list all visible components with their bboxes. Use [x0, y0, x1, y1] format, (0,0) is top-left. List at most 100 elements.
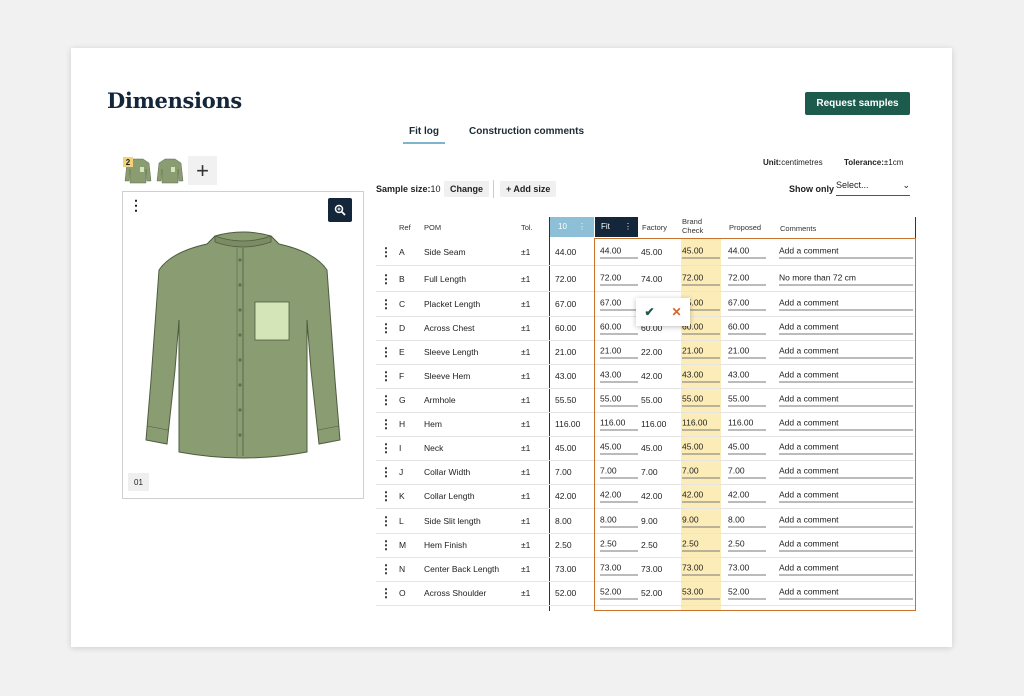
cell-ref: J: [399, 467, 404, 477]
show-only-select[interactable]: Select... ⌄: [836, 178, 910, 196]
cell-fit[interactable]: 21.00: [600, 346, 638, 359]
cell-fit[interactable]: 116.00: [600, 418, 638, 431]
kebab-icon[interactable]: ⋮: [129, 198, 143, 212]
cell-brand-check[interactable]: 42.00: [682, 490, 720, 503]
cell-brand-check[interactable]: 116.00: [682, 418, 720, 431]
cell-proposed[interactable]: 44.00: [728, 245, 766, 258]
cell-fit[interactable]: 44.00: [600, 245, 638, 258]
cell-size: 42.00: [555, 491, 577, 501]
cell-brand-check[interactable]: 72.00: [682, 273, 720, 286]
kebab-icon[interactable]: ⋮: [380, 441, 392, 455]
cell-fit[interactable]: 42.00: [600, 490, 638, 503]
cell-proposed[interactable]: 73.00: [728, 563, 766, 576]
cell-proposed[interactable]: 43.00: [728, 370, 766, 383]
cell-brand-check[interactable]: 2.50: [682, 539, 720, 552]
thumbnail-back[interactable]: [156, 157, 184, 185]
cell-proposed[interactable]: 52.00: [728, 587, 766, 600]
cell-comment[interactable]: Add a comment: [779, 466, 913, 479]
change-size-button[interactable]: Change: [444, 181, 490, 197]
cell-size: 55.50: [555, 395, 577, 405]
tolerance-value: ±1cm: [883, 158, 904, 167]
cell-brand-check[interactable]: 45.00: [682, 245, 720, 258]
header-fit[interactable]: Fit ⋮: [595, 217, 638, 237]
cell-proposed[interactable]: 42.00: [728, 490, 766, 503]
cell-comment[interactable]: Add a comment: [779, 515, 913, 528]
kebab-icon[interactable]: ⋮: [380, 321, 392, 335]
cell-proposed[interactable]: 55.00: [728, 394, 766, 407]
cell-comment[interactable]: Add a comment: [779, 245, 913, 258]
cell-comment[interactable]: Add a comment: [779, 563, 913, 576]
cell-fit[interactable]: 55.00: [600, 394, 638, 407]
kebab-icon[interactable]: ⋮: [380, 586, 392, 600]
header-size[interactable]: 10 ⋮: [550, 217, 594, 237]
add-image-button[interactable]: +: [188, 156, 217, 185]
cell-brand-check[interactable]: 9.00: [682, 515, 720, 528]
shirt-image: [145, 231, 341, 459]
kebab-icon[interactable]: ⋮: [380, 393, 392, 407]
cell-fit[interactable]: 7.00: [600, 466, 638, 479]
cell-comment[interactable]: Add a comment: [779, 442, 913, 455]
cell-fit[interactable]: 8.00: [600, 515, 638, 528]
close-icon[interactable]: ✕: [671, 305, 681, 319]
cell-proposed[interactable]: 45.00: [728, 442, 766, 455]
cell-fit[interactable]: 43.00: [600, 370, 638, 383]
cell-comment[interactable]: Add a comment: [779, 394, 913, 407]
cell-proposed[interactable]: 7.00: [728, 466, 766, 479]
cell-brand-check[interactable]: 73.00: [682, 563, 720, 576]
cell-comment[interactable]: Add a comment: [779, 418, 913, 431]
cell-fit[interactable]: 72.00: [600, 273, 638, 286]
kebab-icon[interactable]: ⋮: [380, 514, 392, 528]
cell-comment[interactable]: Add a comment: [779, 346, 913, 359]
cell-brand-check[interactable]: 53.00: [682, 587, 720, 600]
cell-comment[interactable]: Add a comment: [779, 490, 913, 503]
cell-comment[interactable]: Add a comment: [779, 298, 913, 311]
tab-construction-comments[interactable]: Construction comments: [469, 126, 584, 144]
kebab-icon[interactable]: ⋮: [380, 538, 392, 552]
request-samples-button[interactable]: Request samples: [805, 92, 910, 115]
cell-fit[interactable]: 73.00: [600, 563, 638, 576]
cell-brand-check[interactable]: 45.00: [682, 442, 720, 455]
kebab-icon[interactable]: ⋮: [380, 465, 392, 479]
cell-fit[interactable]: 60.00: [600, 322, 638, 335]
cell-proposed[interactable]: 116.00: [728, 418, 766, 431]
kebab-icon[interactable]: ⋮: [380, 417, 392, 431]
cell-comment[interactable]: Add a comment: [779, 539, 913, 552]
kebab-icon[interactable]: ⋮: [380, 489, 392, 503]
row-divider: [376, 265, 916, 266]
cell-ref: G: [399, 395, 406, 405]
cell-size: 45.00: [555, 443, 577, 453]
cell-proposed[interactable]: 8.00: [728, 515, 766, 528]
kebab-icon[interactable]: ⋮: [578, 222, 586, 232]
cell-brand-check[interactable]: 7.00: [682, 466, 720, 479]
cell-proposed[interactable]: 72.00: [728, 273, 766, 286]
cell-fit[interactable]: 2.50: [600, 539, 638, 552]
cell-comment[interactable]: No more than 72 cm: [779, 273, 913, 286]
kebab-icon[interactable]: ⋮: [380, 245, 392, 259]
cell-proposed[interactable]: 2.50: [728, 539, 766, 552]
zoom-button[interactable]: [328, 198, 352, 222]
kebab-icon[interactable]: ⋮: [380, 369, 392, 383]
cell-fit[interactable]: 67.00: [600, 298, 638, 311]
add-size-button[interactable]: + Add size: [500, 181, 557, 197]
cell-proposed[interactable]: 60.00: [728, 322, 766, 335]
cell-brand-check[interactable]: 43.00: [682, 370, 720, 383]
cell-brand-check[interactable]: 55.00: [682, 394, 720, 407]
cell-pom: Neck: [424, 443, 444, 453]
kebab-icon[interactable]: ⋮: [380, 297, 392, 311]
cell-proposed[interactable]: 21.00: [728, 346, 766, 359]
cell-brand-check[interactable]: 21.00: [682, 346, 720, 359]
kebab-icon[interactable]: ⋮: [380, 272, 392, 286]
cell-fit[interactable]: 45.00: [600, 442, 638, 455]
cell-comment[interactable]: Add a comment: [779, 370, 913, 383]
cell-pom: Across Chest: [424, 323, 475, 333]
cell-comment[interactable]: Add a comment: [779, 587, 913, 600]
cell-tol: ±1: [521, 588, 531, 598]
tab-fit-log[interactable]: Fit log: [403, 126, 445, 144]
kebab-icon[interactable]: ⋮: [380, 562, 392, 576]
kebab-icon[interactable]: ⋮: [624, 222, 632, 232]
cell-comment[interactable]: Add a comment: [779, 322, 913, 335]
cell-fit[interactable]: 52.00: [600, 587, 638, 600]
cell-proposed[interactable]: 67.00: [728, 298, 766, 311]
check-icon[interactable]: ✔: [644, 305, 654, 319]
kebab-icon[interactable]: ⋮: [380, 345, 392, 359]
